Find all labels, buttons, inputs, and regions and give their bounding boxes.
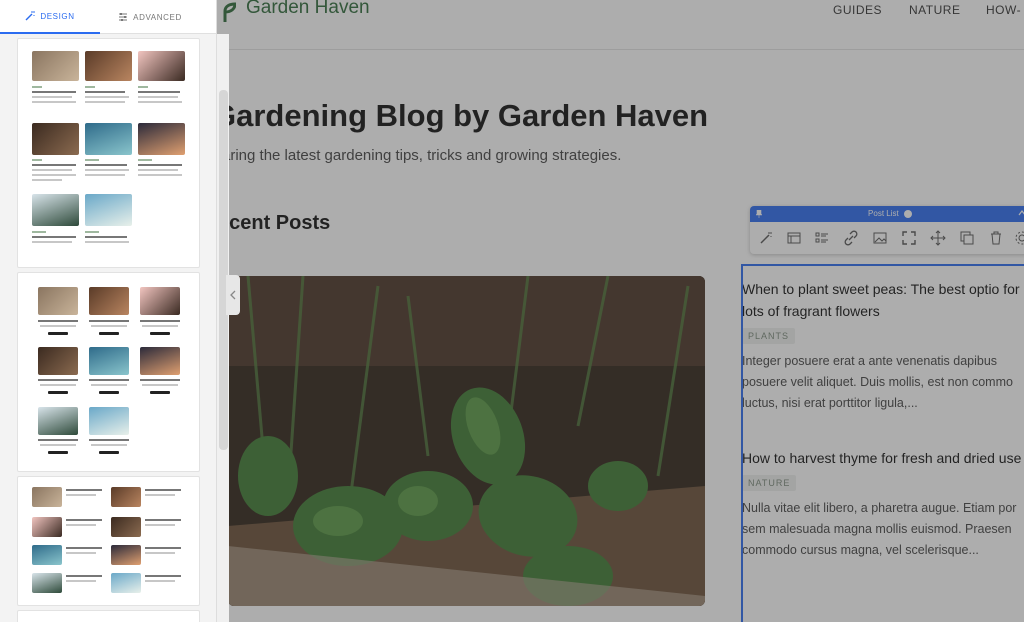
chevron-up-icon[interactable] [1018,209,1024,217]
thumb-dog-3 [140,287,180,315]
layout-panel: DESIGN ADVANCED [0,0,217,622]
tab-design[interactable]: DESIGN [0,0,100,34]
nav-how-to[interactable]: HOW- [986,3,1021,17]
thumb-coast-2 [38,407,78,435]
hero-title: Gardening Blog by Garden Haven [212,98,709,133]
element-toolbar-title: Post List [868,209,899,218]
element-toolbar: Post List [750,206,1024,254]
pin-icon[interactable] [756,210,762,218]
info-dot-icon[interactable] [903,209,912,218]
magic-wand-icon [25,11,36,21]
thumb-dog-1 [32,51,79,81]
panel-collapse-handle[interactable] [226,275,240,315]
thumb-coast-2 [32,194,79,226]
thumb-dog-4 [38,347,78,375]
panel-scrollbar-thumb[interactable] [219,90,228,450]
settings-icon[interactable] [1014,230,1024,246]
thumb-coast-1 [89,347,129,375]
list-icon[interactable] [814,230,830,246]
thumb-sunset-1 [138,123,185,155]
hero-subtitle: aring the latest gardening tips, tricks … [222,147,622,164]
layout-option-grid-buttons[interactable] [17,272,200,472]
layout-option-grid[interactable] [17,38,200,268]
thumb-dog-3 [138,51,185,81]
tab-advanced[interactable]: ADVANCED [100,0,200,34]
spinach-garden-photo [228,276,705,606]
layout-option-list[interactable] [17,476,200,606]
thumb-dog-1 [38,287,78,315]
layout-icon[interactable] [786,230,802,246]
layout-option-more[interactable] [17,610,200,622]
chevron-left-icon [230,290,236,300]
fullscreen-icon[interactable] [901,230,917,246]
thumb-coast-1 [85,123,132,155]
element-toolbar-header[interactable]: Post List [750,206,1024,222]
thumb-beach-1 [89,407,129,435]
site-logo-text[interactable]: Garden Haven [246,0,370,19]
image-icon[interactable] [872,230,888,246]
sliders-icon [119,13,128,21]
magic-wand-icon[interactable] [758,230,774,246]
move-icon[interactable] [930,230,946,246]
thumb-sunset-1 [140,347,180,375]
tab-design-label: DESIGN [40,11,75,21]
trash-icon[interactable] [988,230,1004,246]
post-list-selection-outline [741,264,1024,622]
leaf-logo-icon [223,2,236,22]
panel-tabs: DESIGN ADVANCED [0,0,216,34]
duplicate-icon[interactable] [959,230,975,246]
thumb-dog-2 [85,51,132,81]
link-icon[interactable] [843,230,859,246]
thumb-dog-4 [32,123,79,155]
tab-advanced-label: ADVANCED [133,12,182,22]
nav-guides[interactable]: GUIDES [833,3,882,17]
recent-posts-heading: ecent Posts [218,212,331,234]
thumb-beach-1 [85,194,132,226]
nav-nature[interactable]: NATURE [909,3,960,17]
element-tools [750,228,1024,250]
thumb-dog-2 [89,287,129,315]
featured-post-image[interactable] [228,276,705,606]
